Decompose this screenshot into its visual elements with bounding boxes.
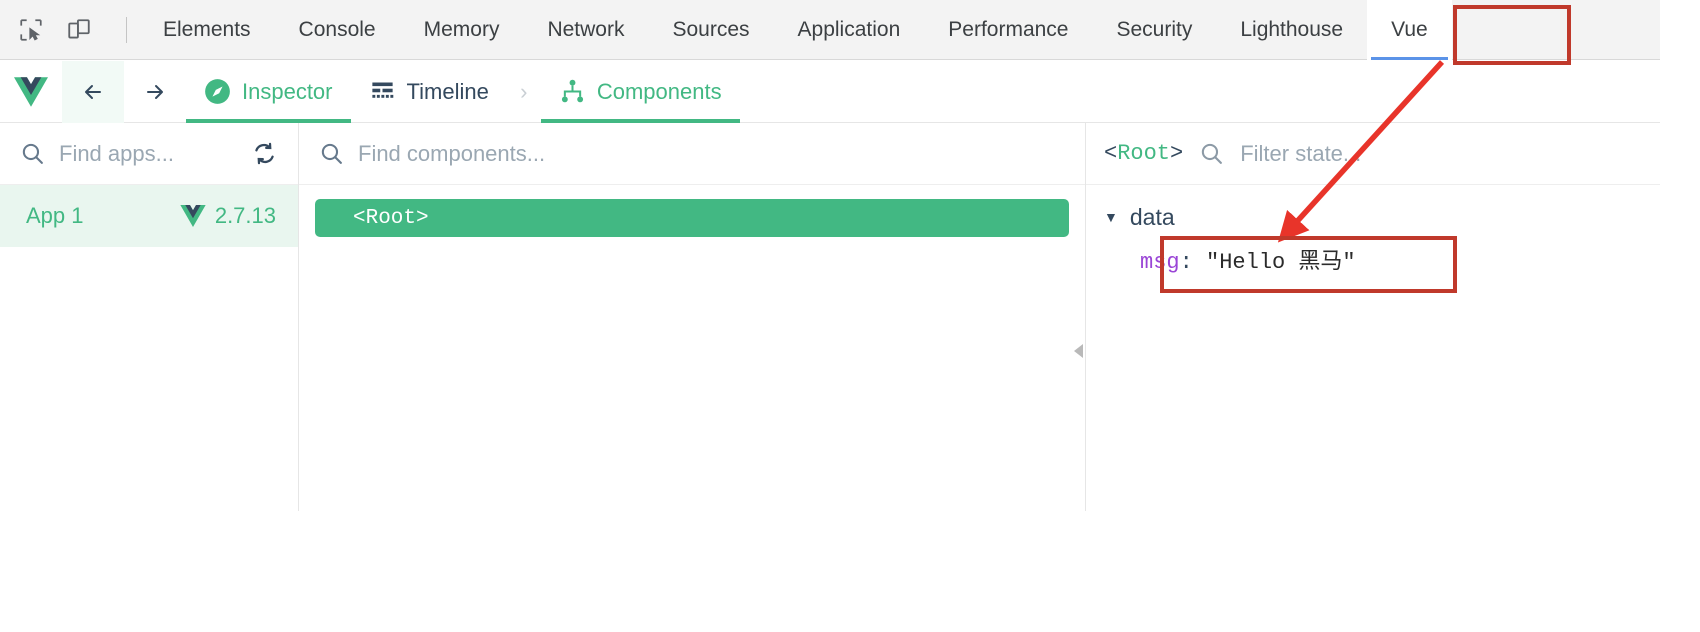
app-version-label: 2.7.13 <box>214 203 276 228</box>
inspect-element-icon[interactable] <box>14 13 48 47</box>
collapse-left-icon[interactable] <box>1071 337 1085 365</box>
vue-tab-label: Timeline <box>406 78 489 104</box>
caret-down-icon[interactable]: ▼ <box>1104 210 1118 224</box>
tab-network[interactable]: Network <box>523 0 648 60</box>
devtools-window: Elements Console Memory Network Sources … <box>0 0 1700 632</box>
tab-label: Security <box>1116 17 1193 41</box>
devtools-panes: App 1 2.7.13 <box>0 123 1660 511</box>
tab-console[interactable]: Console <box>275 0 400 60</box>
component-tree-icon <box>559 78 586 105</box>
timeline-icon <box>369 78 396 105</box>
compass-icon <box>204 78 231 105</box>
back-arrow-icon[interactable] <box>62 60 124 123</box>
component-tree: <Root> <box>299 185 1085 237</box>
tab-label: Network <box>547 17 625 41</box>
tab-application[interactable]: Application <box>774 0 925 60</box>
device-toolbar-toggle-icon[interactable] <box>62 13 96 47</box>
angle-close: > <box>1170 141 1184 166</box>
state-value: "Hello 黑马" <box>1206 250 1356 275</box>
tab-label: Vue <box>1391 17 1428 41</box>
tab-vue[interactable]: Vue <box>1367 0 1452 60</box>
filter-state-input[interactable] <box>1240 140 1642 167</box>
state-key: msg <box>1140 250 1180 275</box>
search-icon <box>319 141 344 166</box>
vue-devtools-toolbar: Inspector Timeline › Components <box>0 60 1660 123</box>
state-header: <Root> <box>1086 123 1660 185</box>
tab-label: Application <box>797 17 901 41</box>
state-entry-msg[interactable]: msg: "Hello 黑马" <box>1130 242 1366 283</box>
state-group-label: data <box>1129 203 1175 230</box>
find-components-input[interactable] <box>358 140 1065 167</box>
state-group-data[interactable]: ▼ data <box>1086 199 1660 235</box>
refresh-icon[interactable] <box>251 140 278 167</box>
vue-tab-timeline[interactable]: Timeline <box>351 61 507 123</box>
state-pane: <Root> ▼ data msg: "Hello 黑马" <box>1086 123 1660 511</box>
tab-label: Console <box>298 17 376 41</box>
tab-label: Memory <box>423 17 500 41</box>
tab-label: Elements <box>163 17 251 41</box>
vue-breadcrumb-components[interactable]: Components <box>540 61 740 123</box>
tab-label: Lighthouse <box>1240 17 1344 41</box>
tab-performance[interactable]: Performance <box>924 0 1092 60</box>
apps-pane: App 1 2.7.13 <box>0 123 299 511</box>
state-separator: : <box>1179 250 1207 275</box>
vue-logo-icon <box>0 61 62 123</box>
devtools-tabs: Elements Console Memory Network Sources … <box>139 0 1452 60</box>
vue-tab-inspector[interactable]: Inspector <box>186 61 351 123</box>
app-name: App 1 <box>26 203 84 228</box>
app-version: 2.7.13 <box>180 203 276 229</box>
vue-logo-icon <box>180 205 206 227</box>
devtools-tab-bar: Elements Console Memory Network Sources … <box>0 0 1660 60</box>
tab-label: Performance <box>948 17 1069 41</box>
angle-open: < <box>1104 141 1118 166</box>
forward-arrow-icon[interactable] <box>124 61 186 123</box>
find-apps-input[interactable] <box>59 140 237 167</box>
vue-tab-label: Inspector <box>242 78 333 104</box>
state-body: ▼ data msg: "Hello 黑马" <box>1086 185 1660 283</box>
toolbar-divider <box>126 16 127 43</box>
devtools-tool-icons <box>0 13 139 47</box>
selected-component-name: <Root> <box>1104 141 1183 166</box>
tab-security[interactable]: Security <box>1092 0 1216 60</box>
apps-search-row <box>0 123 298 185</box>
tab-sources[interactable]: Sources <box>648 0 773 60</box>
component-name: Root <box>1117 141 1171 166</box>
tab-label: Sources <box>672 17 750 41</box>
components-pane: <Root> <box>299 123 1086 511</box>
chevron-right-icon: › <box>520 78 528 104</box>
component-tree-node-root[interactable]: <Root> <box>315 199 1069 237</box>
components-search-row <box>299 123 1085 185</box>
app-list-item[interactable]: App 1 2.7.13 <box>0 185 298 247</box>
tab-elements[interactable]: Elements <box>139 0 275 60</box>
search-icon <box>20 141 45 166</box>
tab-lighthouse[interactable]: Lighthouse <box>1216 0 1367 60</box>
search-icon <box>1199 141 1224 166</box>
vue-breadcrumb-label: Components <box>596 78 722 104</box>
tab-memory[interactable]: Memory <box>400 0 524 60</box>
